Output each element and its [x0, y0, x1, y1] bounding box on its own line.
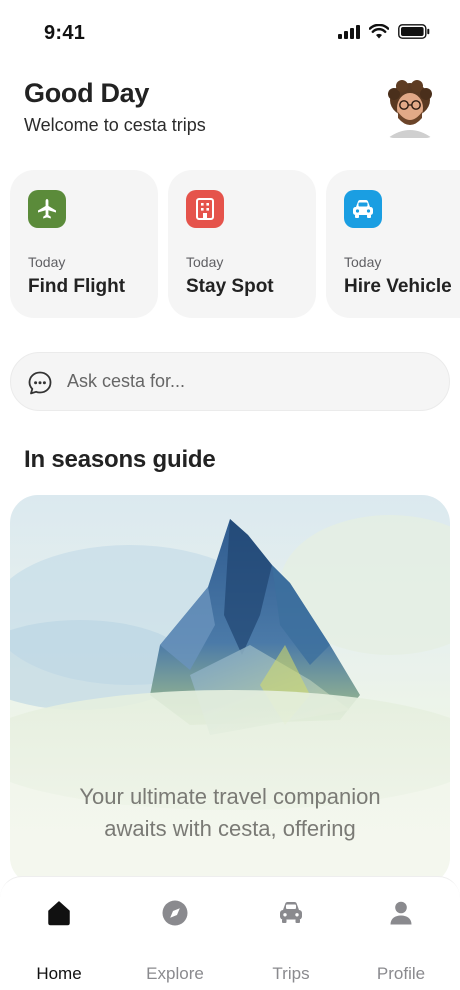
tab-label: Explore [146, 964, 204, 983]
bottom-tab-bar: Home Explore Trips Profile [0, 876, 460, 990]
tab-home[interactable]: Home [9, 899, 109, 983]
airplane-icon [28, 190, 66, 228]
chat-bubble-icon [28, 371, 52, 395]
service-label: Stay Spot [186, 276, 274, 297]
service-card-find-flight[interactable]: Today Find Flight [10, 170, 158, 318]
status-icons [338, 24, 430, 39]
tab-explore[interactable]: Explore [125, 899, 225, 983]
header: Good Day Welcome to cesta trips [24, 78, 436, 140]
person-icon [390, 901, 412, 925]
season-guide-card[interactable]: Your ultimate travel companion awaits wi… [10, 495, 450, 885]
cellular-signal-icon [338, 24, 360, 39]
guide-text-line: Your ultimate travel companion [79, 784, 381, 809]
wifi-icon [369, 24, 389, 39]
ask-cesta-input[interactable] [67, 353, 427, 410]
car-icon [344, 190, 382, 228]
service-label: Find Flight [28, 276, 126, 297]
car-icon [280, 902, 302, 923]
battery-icon [398, 24, 430, 39]
service-date: Today [186, 254, 224, 270]
ask-cesta-bar[interactable] [10, 352, 450, 411]
tab-profile[interactable]: Profile [351, 899, 451, 983]
tab-label: Profile [376, 964, 426, 983]
service-card-hire-vehicle[interactable]: Today Hire Vehicle [326, 170, 460, 318]
compass-icon [162, 900, 188, 926]
section-title: In seasons guide [24, 446, 216, 473]
tab-label: Home [36, 964, 82, 983]
tab-trips[interactable]: Trips [241, 899, 341, 983]
guide-description: Your ultimate travel companion awaits wi… [40, 781, 420, 845]
service-date: Today [28, 254, 66, 270]
avatar[interactable] [384, 78, 436, 138]
service-cards: Today Find Flight Today Stay Spot Today … [10, 170, 460, 318]
home-icon [48, 901, 70, 926]
profile-photo [384, 78, 436, 138]
greeting-title: Good Day [24, 78, 150, 108]
status-time: 9:41 [44, 22, 86, 44]
service-date: Today [344, 254, 382, 270]
tab-label: Trips [272, 964, 310, 983]
guide-text-line: awaits with cesta, offering [104, 816, 356, 841]
service-label: Hire Vehicle [344, 276, 452, 297]
service-card-stay-spot[interactable]: Today Stay Spot [168, 170, 316, 318]
hotel-icon [186, 190, 224, 228]
welcome-subtitle: Welcome to cesta trips [24, 115, 206, 135]
status-bar: 9:41 [0, 0, 460, 62]
